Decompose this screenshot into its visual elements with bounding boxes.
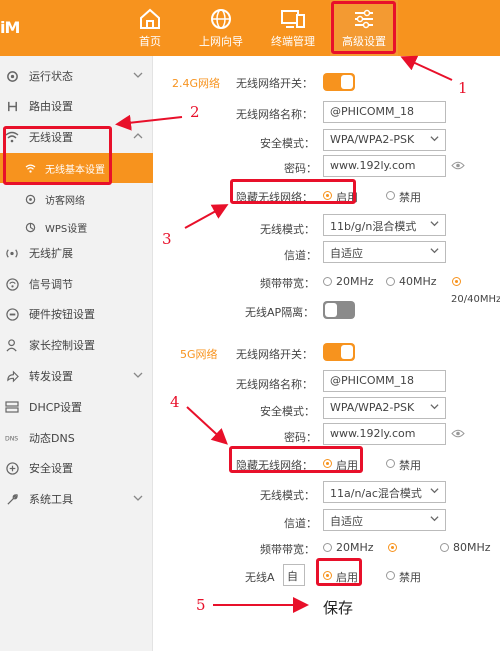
arrow-2 xyxy=(115,114,183,131)
annotation-number-3: 3 xyxy=(162,230,172,248)
router-admin-page: iM 首页 上网向导 终端管理 高级设置 运行状态 路由设置 无线设置 无线基本… xyxy=(0,0,500,651)
arrow-4 xyxy=(186,406,228,445)
arrow-1 xyxy=(400,55,453,81)
arrow-3 xyxy=(184,204,229,229)
annotation-number-1: 1 xyxy=(458,79,468,97)
annotation-number-4: 4 xyxy=(170,393,180,411)
annotation-arrows xyxy=(115,55,453,613)
annotation-number-2: 2 xyxy=(190,103,200,121)
annotation-number-5: 5 xyxy=(196,596,206,614)
